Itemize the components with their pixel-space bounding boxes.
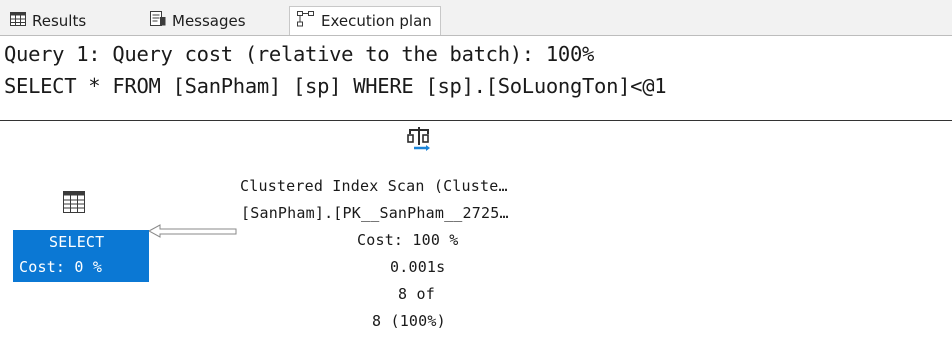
query-header: Query 1: Query cost (relative to the bat… bbox=[0, 35, 952, 121]
query-text-line: SELECT * FROM [SanPham] [sp] WHERE [sp].… bbox=[4, 74, 667, 98]
tab-execution-plan-label: Execution plan bbox=[321, 12, 432, 30]
result-tabs: Results Messages Execution plan bbox=[0, 0, 952, 35]
scan-node-rows: 8 of bbox=[398, 285, 435, 303]
result-table-icon[interactable] bbox=[63, 191, 85, 217]
select-node-title: SELECT bbox=[49, 233, 105, 251]
scan-node-time: 0.001s bbox=[390, 258, 446, 276]
tab-execution-plan[interactable]: Execution plan bbox=[289, 6, 441, 35]
messages-icon bbox=[150, 11, 166, 30]
scan-node-operation[interactable]: Clustered Index Scan (Cluste… bbox=[240, 177, 508, 195]
tab-results[interactable]: Results bbox=[10, 6, 86, 35]
execution-plan-icon bbox=[297, 11, 315, 31]
scan-node-rows-percent: 8 (100%) bbox=[372, 312, 446, 330]
clustered-index-scan-icon[interactable] bbox=[407, 127, 431, 155]
scan-node-object[interactable]: [SanPham].[PK__SanPham__2725… bbox=[241, 204, 509, 222]
tab-messages-label: Messages bbox=[172, 11, 246, 30]
select-node-cost: Cost: 0 % bbox=[19, 258, 103, 276]
tab-messages[interactable]: Messages bbox=[150, 6, 246, 35]
execution-plan-canvas: Clustered Index Scan (Cluste… [SanPham].… bbox=[0, 121, 952, 343]
scan-node-cost: Cost: 100 % bbox=[357, 231, 459, 249]
query-cost-line: Query 1: Query cost (relative to the bat… bbox=[4, 42, 595, 66]
select-node[interactable]: SELECT Cost: 0 % bbox=[13, 230, 149, 282]
grid-icon bbox=[10, 11, 26, 30]
tab-results-label: Results bbox=[32, 11, 87, 30]
data-flow-arrow bbox=[148, 224, 237, 238]
